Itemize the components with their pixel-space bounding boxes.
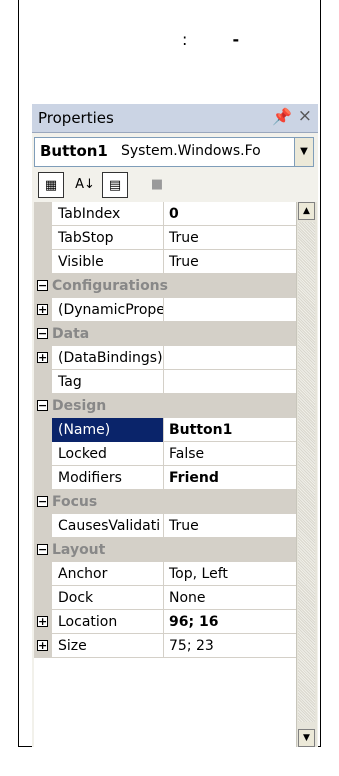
category-row[interactable]: − Data: [34, 322, 296, 346]
property-row[interactable]: TabIndex 0: [34, 202, 296, 226]
property-row[interactable]: + Size 75; 23: [34, 634, 296, 658]
property-name: Locked: [52, 442, 164, 466]
property-grid: TabIndex 0 TabStop True Visible True − Configur…: [34, 202, 296, 747]
property-row[interactable]: Anchor Top, Left: [34, 562, 296, 586]
property-value[interactable]: [165, 370, 296, 394]
property-row[interactable]: CausesValidati True: [34, 514, 296, 538]
panel-title: Properties: [38, 109, 114, 127]
pin-icon[interactable]: 📌: [272, 107, 292, 126]
property-name: Visible: [52, 250, 164, 274]
property-row[interactable]: Modifiers Friend: [34, 466, 296, 490]
row-margin: [34, 586, 52, 610]
properties-toolbar: ▦ A↓ ▤ ■: [32, 170, 318, 200]
property-name: Anchor: [52, 562, 164, 586]
property-value[interactable]: 75; 23: [165, 634, 296, 658]
property-value[interactable]: 0: [165, 202, 296, 226]
property-value[interactable]: True: [165, 226, 296, 250]
property-value[interactable]: True: [165, 514, 296, 538]
property-value[interactable]: Friend: [165, 466, 296, 490]
property-name: TabIndex: [52, 202, 164, 226]
property-row[interactable]: + (DynamicPrope: [34, 298, 296, 322]
category-label: Layout: [52, 542, 106, 558]
properties-panel: Properties 📌 × Button1 System.Windows.Fo…: [32, 104, 318, 747]
row-margin: [34, 442, 52, 466]
property-name: Location: [52, 610, 164, 634]
expand-icon[interactable]: +: [37, 616, 48, 627]
property-name: Dock: [52, 586, 164, 610]
property-name: Modifiers: [52, 466, 164, 490]
category-label: Configurations: [52, 278, 168, 294]
property-row[interactable]: (Name) Button1: [34, 418, 296, 442]
property-value[interactable]: 96; 16: [165, 610, 296, 634]
property-name: Tag: [52, 370, 164, 394]
header-text: : -: [182, 30, 239, 49]
category-row[interactable]: − Layout: [34, 538, 296, 562]
expand-icon[interactable]: +: [37, 352, 48, 363]
object-name: Button1: [40, 142, 108, 160]
property-value[interactable]: True: [165, 250, 296, 274]
property-row[interactable]: Visible True: [34, 250, 296, 274]
object-selector[interactable]: Button1 System.Windows.Fo ▼: [34, 137, 314, 167]
property-name: CausesValidati: [52, 514, 164, 538]
alphabetical-icon[interactable]: A↓: [72, 172, 98, 198]
properties-titlebar: Properties 📌 ×: [32, 104, 318, 133]
dash-text: -: [232, 30, 240, 49]
dropdown-arrow-icon[interactable]: ▼: [294, 138, 313, 166]
vertical-scrollbar[interactable]: ▲ ▼: [296, 202, 317, 747]
object-type: System.Windows.Fo: [121, 143, 261, 159]
close-icon[interactable]: ×: [298, 106, 312, 126]
property-value[interactable]: None: [165, 586, 296, 610]
category-row[interactable]: − Configurations: [34, 274, 296, 298]
property-row[interactable]: + Location 96; 16: [34, 610, 296, 634]
row-margin: [34, 226, 52, 250]
property-row[interactable]: TabStop True: [34, 226, 296, 250]
category-row[interactable]: − Design: [34, 394, 296, 418]
property-name: Size: [52, 634, 164, 658]
colon-text: :: [182, 30, 188, 49]
property-value[interactable]: Top, Left: [165, 562, 296, 586]
property-row[interactable]: Locked False: [34, 442, 296, 466]
scroll-down-icon[interactable]: ▼: [298, 729, 315, 747]
row-margin: [34, 466, 52, 490]
property-row[interactable]: + (DataBindings): [34, 346, 296, 370]
categorized-icon[interactable]: ▦: [38, 172, 64, 198]
property-name: (DataBindings): [52, 346, 164, 370]
row-margin: [34, 202, 52, 226]
property-name: TabStop: [52, 226, 164, 250]
expand-icon[interactable]: +: [37, 304, 48, 315]
property-value[interactable]: Button1: [165, 418, 296, 442]
category-label: Design: [52, 398, 107, 414]
row-margin: [34, 250, 52, 274]
expand-icon[interactable]: +: [37, 640, 48, 651]
properties-icon[interactable]: ▤: [102, 172, 128, 198]
category-label: Data: [52, 326, 90, 342]
events-icon[interactable]: ■: [144, 172, 170, 198]
property-value[interactable]: False: [165, 442, 296, 466]
row-margin: [34, 514, 52, 538]
category-label: Focus: [52, 494, 98, 510]
scroll-thumb[interactable]: [298, 222, 315, 722]
scroll-up-icon[interactable]: ▲: [298, 202, 315, 220]
row-margin: [34, 418, 52, 442]
category-row[interactable]: − Focus: [34, 490, 296, 514]
row-margin: [34, 562, 52, 586]
property-name: (DynamicPrope: [52, 298, 164, 322]
property-value[interactable]: [165, 346, 296, 370]
property-row[interactable]: Tag: [34, 370, 296, 394]
row-margin: [34, 370, 52, 394]
property-row[interactable]: Dock None: [34, 586, 296, 610]
property-value[interactable]: [165, 298, 296, 322]
property-name: (Name): [52, 418, 164, 442]
